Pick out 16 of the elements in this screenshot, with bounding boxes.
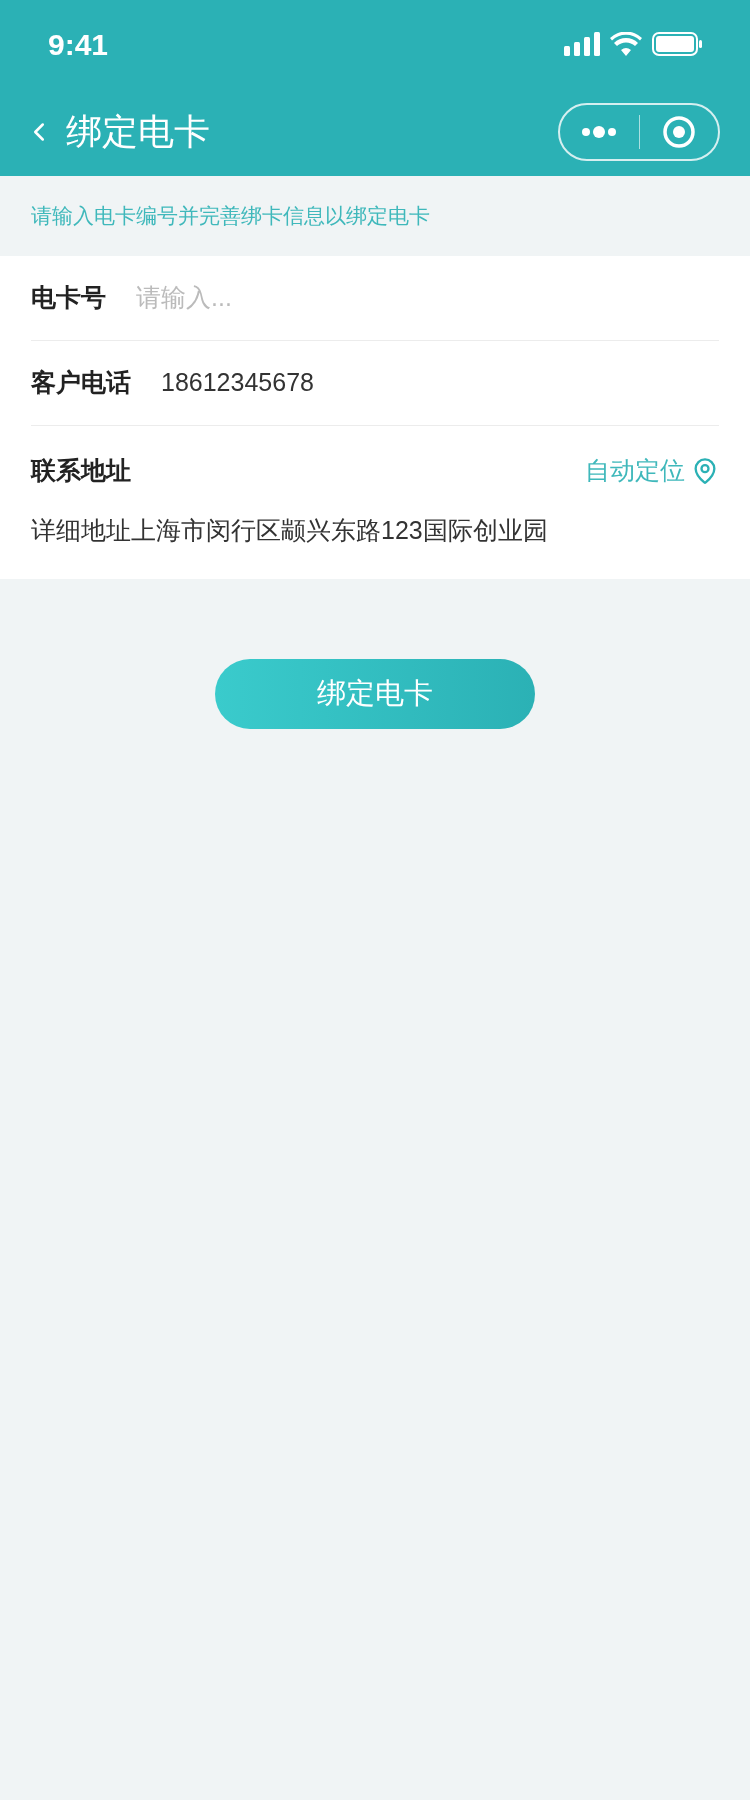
field-label: 客户电话 <box>31 367 131 399</box>
field-label: 联系地址 <box>31 455 131 486</box>
capsule-menu[interactable] <box>558 103 720 161</box>
more-icon[interactable] <box>581 126 618 138</box>
signal-icon <box>564 32 600 56</box>
battery-icon <box>652 32 702 56</box>
page-title: 绑定电卡 <box>66 110 210 154</box>
address-value: 详细地址上海市闵行区颛兴东路123国际创业园 <box>31 514 549 546</box>
auto-locate-link[interactable]: 自动定位 <box>585 452 719 490</box>
field-label: 电卡号 <box>31 282 106 314</box>
bind-card-button[interactable]: 绑定电卡 <box>215 659 535 729</box>
hint-text: 请输入电卡编号并完善绑卡信息以绑定电卡 <box>31 203 430 230</box>
input-field[interactable]: 请输入... <box>136 279 719 317</box>
phone-value: 18612345678 <box>161 367 314 399</box>
wifi-icon <box>610 32 642 56</box>
status-time: 9:41 <box>48 26 109 63</box>
